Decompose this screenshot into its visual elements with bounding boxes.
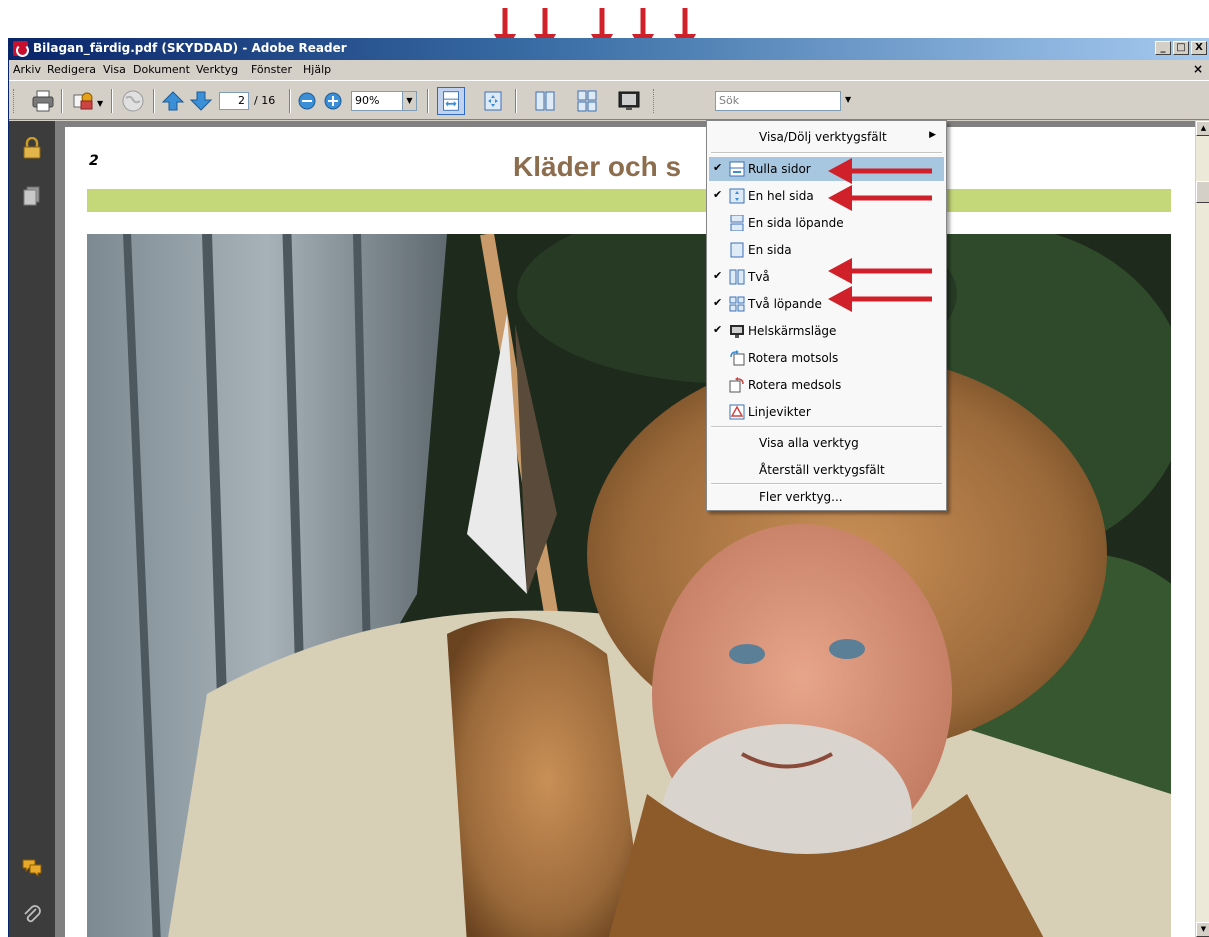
scroll-down-button[interactable]: ▼ [1196, 922, 1209, 937]
two-up-continuous-icon [729, 296, 745, 312]
annotation-arrow-left [828, 258, 932, 284]
menu-redigera[interactable]: Redigera [47, 63, 96, 76]
email-icon[interactable] [71, 89, 95, 113]
toolbar-separator [515, 89, 517, 113]
minimize-button[interactable]: _ [1155, 41, 1171, 55]
menu-item-rotate-ccw[interactable]: Rotera motsols [709, 346, 944, 370]
document-view[interactable]: 2 Kläder och s [55, 121, 1195, 937]
annotation-arrow-left [828, 185, 932, 211]
search-input[interactable]: Sök [715, 91, 841, 111]
navigation-panel [9, 121, 55, 937]
scroll-up-button[interactable]: ▲ [1196, 121, 1209, 136]
toolbar: ▼ 2 / 16 90% ▼ Sök ▼ [9, 80, 1209, 120]
menu-hjalp[interactable]: Hjälp [303, 63, 331, 76]
menu-verktyg[interactable]: Verktyg [196, 63, 238, 76]
zoom-in-icon[interactable] [323, 91, 343, 111]
fit-page-icon[interactable] [481, 89, 505, 113]
scroll-thumb[interactable] [1196, 181, 1209, 203]
menu-item-more-tools[interactable]: Fler verktyg... [709, 485, 944, 509]
toolbar-separator [61, 89, 63, 113]
menu-arkiv[interactable]: Arkiv [13, 63, 41, 76]
page-number: 2 [89, 153, 99, 169]
attachment-icon[interactable] [21, 903, 43, 925]
reader-window: Bilagan_färdig.pdf (SKYDDAD) - Adobe Rea… [8, 38, 1209, 937]
toolbar-separator [289, 89, 291, 113]
comments-icon[interactable] [21, 856, 43, 878]
check-icon: ✔ [713, 161, 723, 174]
full-screen-icon[interactable] [617, 89, 641, 113]
document-close-button[interactable]: × [1193, 62, 1203, 76]
single-page-icon [730, 242, 744, 258]
full-screen-icon [730, 325, 744, 338]
window-controls: _ □ X [1155, 41, 1207, 55]
menu-item-show-all-tools[interactable]: Visa alla verktyg [709, 431, 944, 455]
chevron-down-icon[interactable]: ▼ [97, 99, 103, 108]
zoom-out-icon[interactable] [297, 91, 317, 111]
rotate-ccw-icon [730, 350, 745, 366]
two-up-continuous-icon[interactable] [575, 89, 599, 113]
toolbar-separator [153, 89, 155, 113]
two-up-icon [729, 269, 745, 285]
pdf-page: 2 Kläder och s [65, 127, 1195, 937]
zoom-value: 90% [355, 94, 380, 107]
page-total: / 16 [254, 94, 276, 107]
toolbar-separator [111, 89, 113, 113]
check-icon: ✔ [713, 269, 723, 282]
menu-separator [711, 426, 942, 428]
adobe-reader-icon [13, 41, 29, 57]
single-continuous-icon [730, 215, 744, 231]
menu-separator [711, 152, 942, 154]
rotate-cw-icon [729, 377, 744, 393]
menu-bar: Arkiv Redigera Visa Dokument Verktyg Fön… [9, 60, 1209, 80]
scrolling-pages-icon [729, 161, 745, 177]
previous-page-icon[interactable] [161, 89, 185, 113]
toolbar-grip[interactable] [13, 89, 16, 113]
page-number-input[interactable]: 2 [219, 92, 249, 110]
toolbar-separator [427, 89, 429, 113]
zoom-select[interactable]: 90% ▼ [351, 91, 417, 111]
chevron-down-icon[interactable]: ▼ [845, 95, 851, 104]
two-up-icon[interactable] [533, 89, 557, 113]
next-page-icon[interactable] [189, 89, 213, 113]
check-icon: ✔ [713, 323, 723, 336]
annotation-arrow-left [828, 158, 932, 184]
menu-item-rotate-cw[interactable]: Rotera medsols [709, 373, 944, 397]
menu-visa[interactable]: Visa [103, 63, 126, 76]
check-icon: ✔ [713, 188, 723, 201]
photo-illustration [87, 234, 1171, 937]
annotation-arrow-left [828, 286, 932, 312]
scrolling-pages-icon[interactable] [437, 87, 465, 115]
check-icon: ✔ [713, 296, 723, 309]
submenu-arrow-icon: ▶ [929, 130, 936, 140]
window-title: Bilagan_färdig.pdf (SKYDDAD) - Adobe Rea… [33, 41, 347, 55]
lock-icon[interactable] [21, 137, 43, 159]
decorative-band [87, 189, 1171, 212]
line-weights-icon [729, 404, 745, 420]
title-bar[interactable]: Bilagan_färdig.pdf (SKYDDAD) - Adobe Rea… [9, 38, 1209, 60]
toolbar-grip[interactable] [653, 89, 656, 113]
globe-icon[interactable] [121, 89, 145, 113]
menu-item-single-continuous[interactable]: En sida löpande [709, 211, 944, 235]
chevron-down-icon[interactable]: ▼ [402, 92, 416, 110]
menu-item-reset-toolbars[interactable]: Återställ verktygsfält [709, 458, 944, 482]
menu-item-show-hide-toolbars[interactable]: Visa/Dölj verktygsfält ▶ [709, 125, 944, 149]
maximize-button[interactable]: □ [1173, 41, 1189, 55]
menu-dokument[interactable]: Dokument [133, 63, 190, 76]
close-button[interactable]: X [1191, 41, 1207, 55]
fit-page-icon [729, 188, 745, 204]
vertical-scrollbar[interactable]: ▲ ▼ [1195, 121, 1209, 937]
menu-fonster[interactable]: Fönster [251, 63, 292, 76]
page-heading: Kläder och s [513, 151, 682, 182]
menu-item-line-weights[interactable]: Linjevikter [709, 400, 944, 424]
menu-item-full-screen[interactable]: ✔ Helskärmsläge [709, 319, 944, 343]
pages-icon[interactable] [21, 185, 43, 207]
photo-man-in-fur-hat [87, 234, 1171, 937]
print-icon[interactable] [31, 89, 55, 113]
